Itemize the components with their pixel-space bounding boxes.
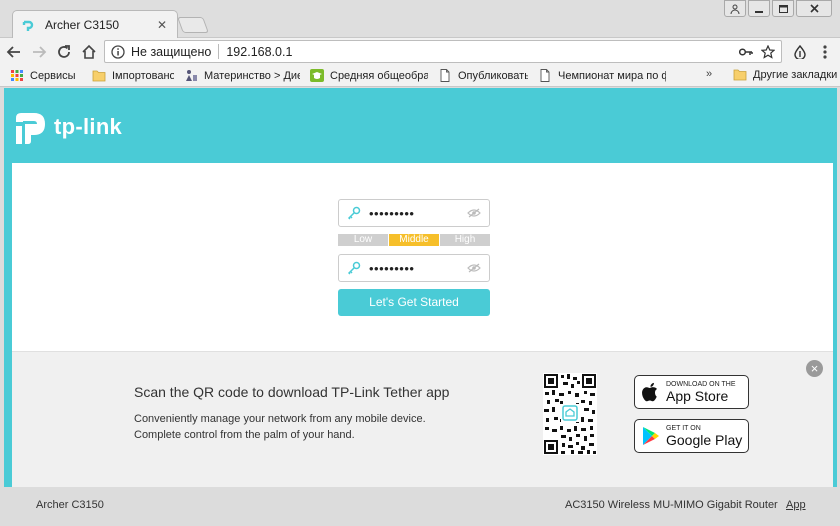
bookmark-item[interactable]: Материнство > Диета xyxy=(184,69,300,82)
eye-hidden-icon[interactable] xyxy=(467,263,481,273)
key-icon xyxy=(347,206,361,220)
back-button[interactable] xyxy=(3,41,25,63)
app-store-button[interactable]: Download on the App Store xyxy=(634,375,749,409)
reload-button[interactable] xyxy=(53,41,75,63)
eye-hidden-icon[interactable] xyxy=(467,208,481,218)
close-panel-icon[interactable]: × xyxy=(806,360,823,377)
window-controls xyxy=(724,0,832,17)
home-button[interactable] xyxy=(78,41,100,63)
security-label: Не защищено xyxy=(131,44,212,59)
browser-menu-icon[interactable] xyxy=(815,42,835,62)
page-icon xyxy=(440,69,450,82)
tab-title: Archer C3150 xyxy=(45,17,120,32)
new-tab-button[interactable] xyxy=(177,17,209,33)
reload-icon xyxy=(58,44,70,58)
bookmark-label: Средняя общеобразов xyxy=(330,69,428,82)
folder-icon xyxy=(92,70,106,82)
forward-button[interactable] xyxy=(28,41,50,63)
tplink-favicon-icon xyxy=(22,20,34,31)
url-text[interactable]: 192.168.0.1 xyxy=(226,45,739,59)
star-bookmark-icon[interactable] xyxy=(761,44,775,59)
page-icon xyxy=(540,69,550,82)
app-promo-title: Scan the QR code to download TP-Link Tet… xyxy=(134,384,450,400)
tplink-logo-icon xyxy=(16,113,45,144)
password-value: ••••••••• xyxy=(369,205,415,221)
key-icon[interactable] xyxy=(739,47,753,57)
info-icon[interactable] xyxy=(111,44,125,59)
bookmark-item[interactable]: Імпортовано xyxy=(92,69,174,82)
bookmarks-bar: Сервисы Імпортовано Материнство > Диета … xyxy=(0,65,840,87)
get-started-button[interactable]: Let's Get Started xyxy=(338,289,490,316)
extension-droplet-icon[interactable] xyxy=(790,42,810,62)
tether-app-panel: Scan the QR code to download TP-Link Tet… xyxy=(12,351,833,489)
address-bar[interactable]: Не защищено 192.168.0.1 xyxy=(104,40,782,63)
brand-name: tp-link xyxy=(54,114,123,139)
footer-model: Archer C3150 xyxy=(36,499,104,511)
router-page: tp-link ••••••••• Low Middle High ••••••… xyxy=(4,88,837,526)
minimize-button[interactable] xyxy=(748,0,770,17)
confirm-password-field[interactable]: ••••••••• xyxy=(338,254,490,282)
browser-tab[interactable]: Archer C3150 ✕ xyxy=(12,10,178,38)
strength-middle: Middle xyxy=(389,234,439,246)
apple-icon xyxy=(642,382,657,402)
bookmark-label: Опубликовать xyxy=(458,69,528,82)
other-bookmarks-folder[interactable]: Другие закладки xyxy=(733,68,837,81)
arrow-left-icon xyxy=(6,45,20,58)
graduation-cap-icon xyxy=(310,69,324,82)
maximize-button[interactable] xyxy=(772,0,794,17)
bookmark-label: Сервисы xyxy=(30,69,76,82)
bookmark-item[interactable]: Чемпионат мира по ф xyxy=(538,69,666,82)
app-promo-desc-line2: Complete control from the palm of your h… xyxy=(134,429,355,441)
app-promo-desc-line1: Conveniently manage your network from an… xyxy=(134,413,426,425)
home-icon xyxy=(82,44,96,59)
other-bookmarks-label: Другие закладки xyxy=(753,68,838,81)
google-play-label: Google Play xyxy=(666,431,743,448)
google-play-icon xyxy=(643,427,659,445)
footer-description: AC3150 Wireless MU-MIMO Gigabit Router xyxy=(565,499,778,511)
app-store-label: App Store xyxy=(666,387,729,404)
strength-low: Low xyxy=(338,234,388,246)
browser-toolbar: Не защищено 192.168.0.1 xyxy=(0,38,840,65)
tplink-logo: tp-link xyxy=(12,108,122,146)
google-play-button[interactable]: GET IT ON Google Play xyxy=(634,419,749,453)
password-field[interactable]: ••••••••• xyxy=(338,199,490,227)
close-window-button[interactable] xyxy=(796,0,832,17)
apps-grid-icon xyxy=(11,70,23,81)
password-strength-meter: Low Middle High xyxy=(338,234,490,246)
bookmark-label: Материнство > Диета xyxy=(204,69,300,82)
strength-high: High xyxy=(440,234,490,246)
bookmark-item[interactable]: Сервисы xyxy=(10,69,82,82)
footer-app-link[interactable]: App xyxy=(786,499,806,511)
profile-icon[interactable] xyxy=(724,0,746,17)
browser-titlebar: Archer C3150 ✕ xyxy=(0,0,840,38)
bookmark-item[interactable]: Опубликовать xyxy=(438,69,528,82)
tab-close-icon[interactable]: ✕ xyxy=(155,18,169,32)
folder-icon xyxy=(733,69,747,81)
confirm-password-value: ••••••••• xyxy=(369,260,415,276)
arrow-right-icon xyxy=(33,45,47,58)
bookmark-label: Імпортовано xyxy=(112,69,174,82)
address-divider xyxy=(218,44,220,59)
bookmark-label: Чемпионат мира по ф xyxy=(558,69,666,82)
key-icon xyxy=(347,261,361,275)
site-favicon-icon xyxy=(186,70,197,81)
bookmarks-overflow-button[interactable]: » xyxy=(706,68,712,80)
router-footer: Archer C3150 AC3150 Wireless MU-MIMO Gig… xyxy=(4,487,837,526)
bookmark-item[interactable]: Средняя общеобразов xyxy=(310,69,428,82)
qr-code-image xyxy=(543,373,597,455)
